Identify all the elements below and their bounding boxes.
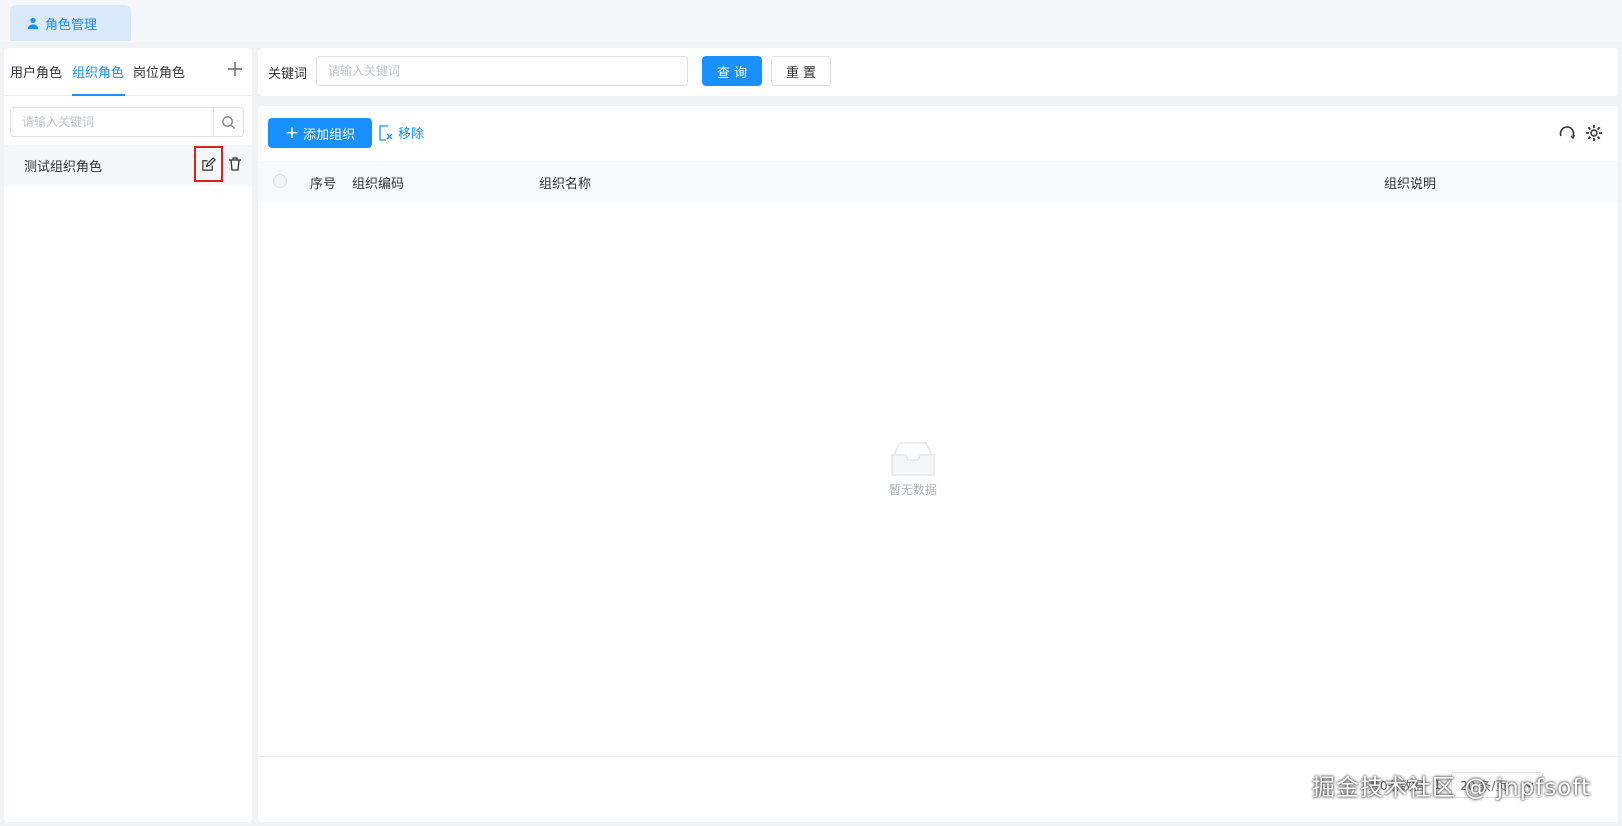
tab-post-role[interactable]: 岗位角色 [133,62,185,81]
keyword-label: 关键词 [268,67,308,82]
remove-doc-icon [379,124,393,141]
role-search-input[interactable] [11,108,213,136]
search-panel: 关键词 查询 重置 [258,48,1618,96]
active-tab-indicator [72,94,125,96]
role-search-box [10,107,244,137]
edit-icon [202,156,216,171]
main-table-panel: + 添加组织 移除 序号 组织编码 组织名称 组织说明 暂无数据 共0条数据 1 [258,106,1618,822]
col-org-desc: 组织说明 [1384,177,1437,192]
tab-org-role[interactable]: 组织角色 [72,62,124,81]
search-icon [222,115,236,129]
role-search-button[interactable] [213,108,243,136]
empty-state: 暂无数据 [873,441,953,498]
add-org-label: 添加组织 [303,127,356,143]
reset-button[interactable]: 重置 [771,56,831,86]
plus-icon: + [284,122,300,143]
empty-text: 暂无数据 [888,483,937,497]
watermark: 掘金技术社区 @ jnpfsoft [1312,775,1592,801]
empty-inbox-icon [891,442,935,476]
role-item-label: 测试组织角色 [24,160,103,175]
add-org-button[interactable]: + 添加组织 [268,118,372,148]
footer-divider [258,756,1618,757]
tab-label: 角色管理 [45,17,98,33]
refresh-icon[interactable] [1558,124,1576,142]
list-item[interactable]: 测试组织角色 [4,145,252,185]
tab-role-management[interactable]: 角色管理 [10,5,131,41]
add-role-icon[interactable] [226,60,244,78]
top-tab-bar: 角色管理 [0,0,1622,42]
col-index: 序号 [310,177,337,192]
trash-icon[interactable] [227,156,243,172]
tab-user-role[interactable]: 用户角色 [10,62,62,81]
edit-role-button[interactable] [194,146,223,182]
table-header: 序号 组织编码 组织名称 组织说明 [258,161,1618,201]
col-org-code: 组织编码 [352,177,405,192]
user-group-icon [27,17,39,30]
role-type-tabs: 用户角色 组织角色 岗位角色 [4,48,252,96]
remove-button[interactable]: 移除 [378,123,424,142]
role-sidebar: 用户角色 组织角色 岗位角色 测试组织角色 [4,48,252,822]
gear-icon[interactable] [1584,123,1604,143]
query-button[interactable]: 查询 [702,56,762,86]
col-org-name: 组织名称 [539,177,592,192]
keyword-input[interactable] [316,56,688,86]
remove-label: 移除 [398,127,425,142]
select-all-checkbox[interactable] [273,174,287,188]
